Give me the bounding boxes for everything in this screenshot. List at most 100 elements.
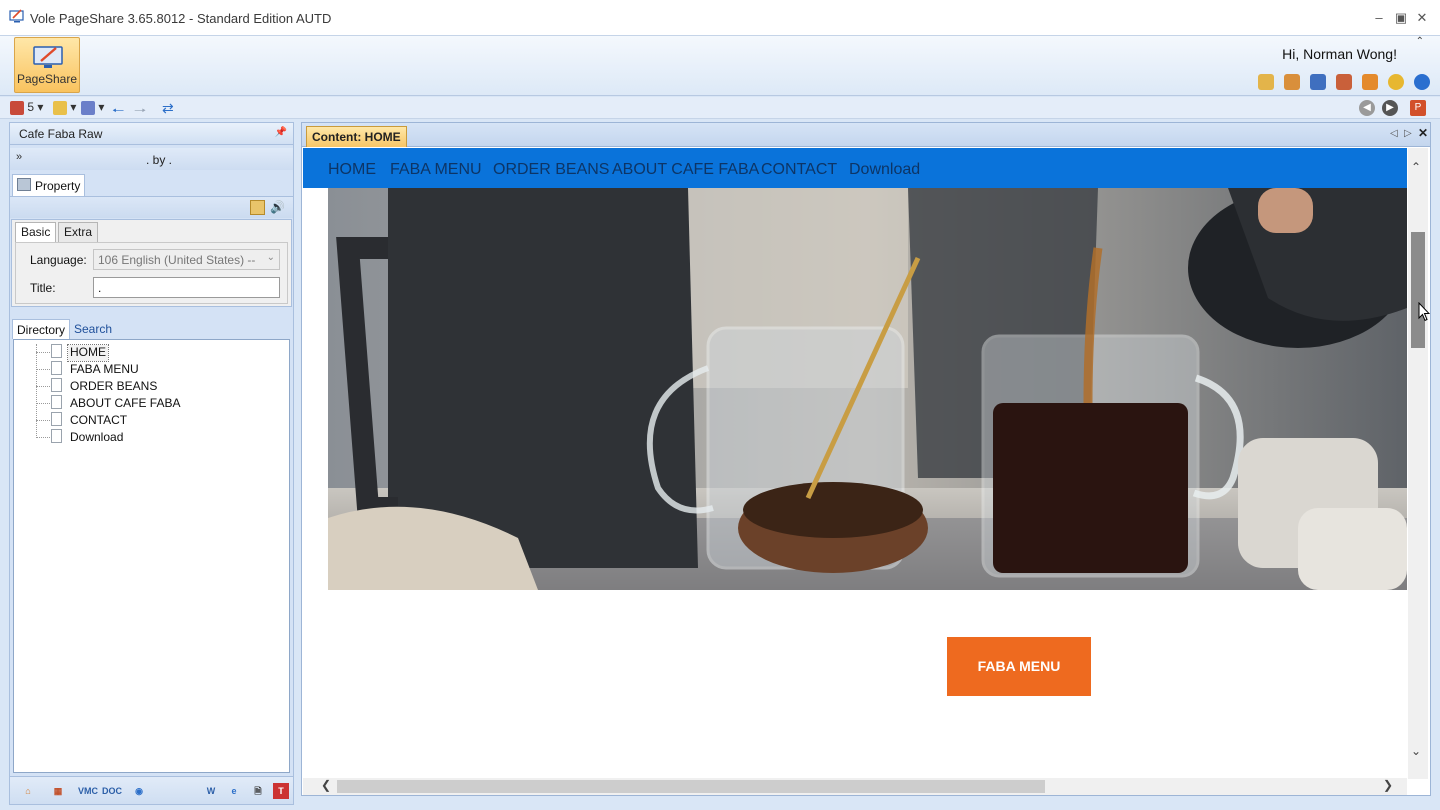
- minimize-button[interactable]: –: [1370, 9, 1388, 27]
- pageshare-label: PageShare: [16, 72, 78, 86]
- close-tab-icon[interactable]: ✕: [1418, 126, 1428, 140]
- runner-icon[interactable]: [1362, 74, 1378, 90]
- basic-properties: Language: 106 English (United States) --…: [15, 242, 288, 304]
- sync-icon[interactable]: ⇄: [162, 100, 174, 116]
- property-tab-label: Property: [35, 179, 81, 193]
- page-icon: [51, 429, 62, 443]
- horizontal-scrollbar[interactable]: ❮ ❯: [303, 778, 1407, 795]
- project-title: Cafe Faba Raw: [19, 127, 103, 141]
- eye-icon[interactable]: ◉: [131, 783, 147, 799]
- nav-link-about[interactable]: ABOUT CAFE FABA: [612, 161, 759, 179]
- nav-link-contact[interactable]: CONTACT: [761, 161, 837, 179]
- save-icon: [53, 100, 67, 115]
- doc-icon[interactable]: DOC: [102, 783, 122, 799]
- speaker-icon[interactable]: 🔊: [270, 200, 285, 215]
- project-subtitle-bar: » . by .: [10, 148, 293, 170]
- page-icon: [51, 395, 62, 409]
- layers-icon: [81, 100, 95, 115]
- page-icon: [51, 378, 62, 392]
- word-icon[interactable]: W: [203, 783, 219, 799]
- ribbon: PageShare ⌃ Hi, Norman Wong!: [0, 36, 1440, 96]
- tree-item-about[interactable]: ABOUT CAFE FABA: [70, 396, 180, 412]
- tree-connector: [36, 386, 50, 387]
- scroll-left-icon[interactable]: ❮: [321, 778, 331, 792]
- content-tabbar: Content: HOME ◁ ▷ ✕: [302, 123, 1430, 147]
- bit64-icon[interactable]: [1310, 74, 1326, 90]
- tree-item-contact[interactable]: CONTACT: [70, 413, 127, 429]
- close-button[interactable]: ✕: [1413, 9, 1431, 27]
- language-value: 106 English (United States) --: [98, 253, 256, 267]
- directory-tree: HOME FABA MENU ORDER BEANS ABOUT CAFE FA…: [13, 339, 290, 773]
- quick-toolbar: 5 ▾ ▾ ▾ 🠐 🠒 ⇄ ◀ ▶ P: [0, 97, 1440, 119]
- info-icon[interactable]: [1414, 74, 1430, 90]
- page-preview: HOME FABA MENU ORDER BEANS ABOUT CAFE FA…: [303, 148, 1407, 778]
- page-icon: [51, 361, 62, 375]
- tree-item-download[interactable]: Download: [70, 430, 123, 446]
- page-icon: [51, 412, 62, 426]
- tab-basic[interactable]: Basic: [15, 222, 57, 242]
- tab-scroll-right-icon[interactable]: ▷: [1404, 128, 1412, 139]
- project-subtitle: . by .: [146, 153, 173, 167]
- tab-content-home[interactable]: Content: HOME: [306, 126, 407, 147]
- properties-box: Basic Extra Language: 106 English (Unite…: [11, 219, 292, 307]
- title-field[interactable]: [93, 277, 280, 298]
- tree-connector: [36, 352, 50, 353]
- save-dropdown[interactable]: ▾: [53, 100, 76, 116]
- vertical-scrollbar[interactable]: ⌃ ⌄: [1408, 148, 1428, 779]
- pin-icon[interactable]: 📌: [275, 127, 287, 138]
- nav-link-home[interactable]: HOME: [328, 161, 376, 179]
- nav-link-order-beans[interactable]: ORDER BEANS: [493, 161, 609, 179]
- vmc-icon[interactable]: VMC: [78, 783, 98, 799]
- bottom-toolbar: ⌂ ▦ VMC DOC ◉ W e 🗎 T: [10, 776, 293, 804]
- tree-item-home[interactable]: HOME: [67, 344, 109, 362]
- tools-icon[interactable]: [1284, 74, 1300, 90]
- stats-dropdown[interactable]: 5 ▾: [10, 100, 43, 116]
- faba-menu-button[interactable]: FABA MENU: [947, 637, 1091, 696]
- expand-chevron-icon[interactable]: »: [16, 151, 22, 163]
- scroll-down-icon[interactable]: ⌄: [1411, 744, 1421, 758]
- property-toolbar: 🔊: [10, 196, 293, 218]
- layers-dropdown[interactable]: ▾: [81, 100, 104, 116]
- collapse-ribbon-icon[interactable]: ⌃: [1416, 36, 1424, 47]
- tab-search[interactable]: Search: [70, 319, 116, 339]
- title-bar: Vole PageShare 3.65.8012 - Standard Edit…: [0, 0, 1440, 36]
- tree-connector: [36, 420, 50, 421]
- scroll-up-icon[interactable]: ⌃: [1411, 160, 1421, 174]
- timer-icon[interactable]: [1388, 74, 1404, 90]
- ie-icon[interactable]: e: [226, 783, 242, 799]
- new-page-icon[interactable]: 🗎: [250, 783, 266, 799]
- home-icon[interactable]: ⌂: [20, 783, 36, 799]
- content-window: Content: HOME ◁ ▷ ✕ HOME FABA MENU ORDER…: [301, 122, 1431, 796]
- tree-connector: [36, 403, 50, 404]
- tree-item-faba-menu[interactable]: FABA MENU: [70, 362, 139, 378]
- translate-icon[interactable]: [1336, 74, 1352, 90]
- vertical-scroll-thumb[interactable]: [1411, 232, 1425, 348]
- tree-item-order-beans[interactable]: ORDER BEANS: [70, 379, 157, 395]
- horizontal-scroll-thumb[interactable]: [337, 780, 1045, 793]
- text-icon[interactable]: T: [273, 783, 289, 799]
- nav-link-faba-menu[interactable]: FABA MENU: [390, 161, 482, 179]
- tab-scroll-left-icon[interactable]: ◁: [1390, 128, 1398, 139]
- nav-prev-icon[interactable]: ◀: [1359, 100, 1375, 116]
- scroll-right-icon[interactable]: ❯: [1383, 778, 1393, 792]
- language-label: Language:: [30, 253, 87, 267]
- vmc-export-icon[interactable]: ▦: [50, 783, 66, 799]
- monitor-pen-icon: [33, 46, 63, 68]
- powerpoint-icon[interactable]: P: [1410, 100, 1426, 116]
- tab-property[interactable]: Property: [12, 174, 85, 196]
- left-panel: Cafe Faba Raw 📌 » . by . Property 🔊 Basi…: [9, 122, 294, 805]
- back-arrow-icon[interactable]: 🠐: [112, 100, 124, 118]
- nav-next-icon[interactable]: ▶: [1382, 100, 1398, 116]
- maximize-button[interactable]: ▣: [1392, 9, 1410, 27]
- pageshare-button[interactable]: PageShare: [14, 37, 80, 93]
- language-select[interactable]: 106 English (United States) -- ⌄: [93, 249, 280, 270]
- tab-extra[interactable]: Extra: [58, 222, 99, 242]
- tab-directory[interactable]: Directory: [12, 319, 71, 339]
- tree-connector: [36, 369, 50, 370]
- chevron-down-icon: ⌄: [266, 252, 275, 263]
- forward-arrow-icon[interactable]: 🠒: [134, 100, 146, 118]
- site-navigation: HOME FABA MENU ORDER BEANS ABOUT CAFE FA…: [303, 148, 1407, 188]
- palette-icon[interactable]: [1258, 74, 1274, 90]
- edit-note-icon[interactable]: [250, 200, 265, 215]
- nav-link-download[interactable]: Download: [849, 161, 920, 179]
